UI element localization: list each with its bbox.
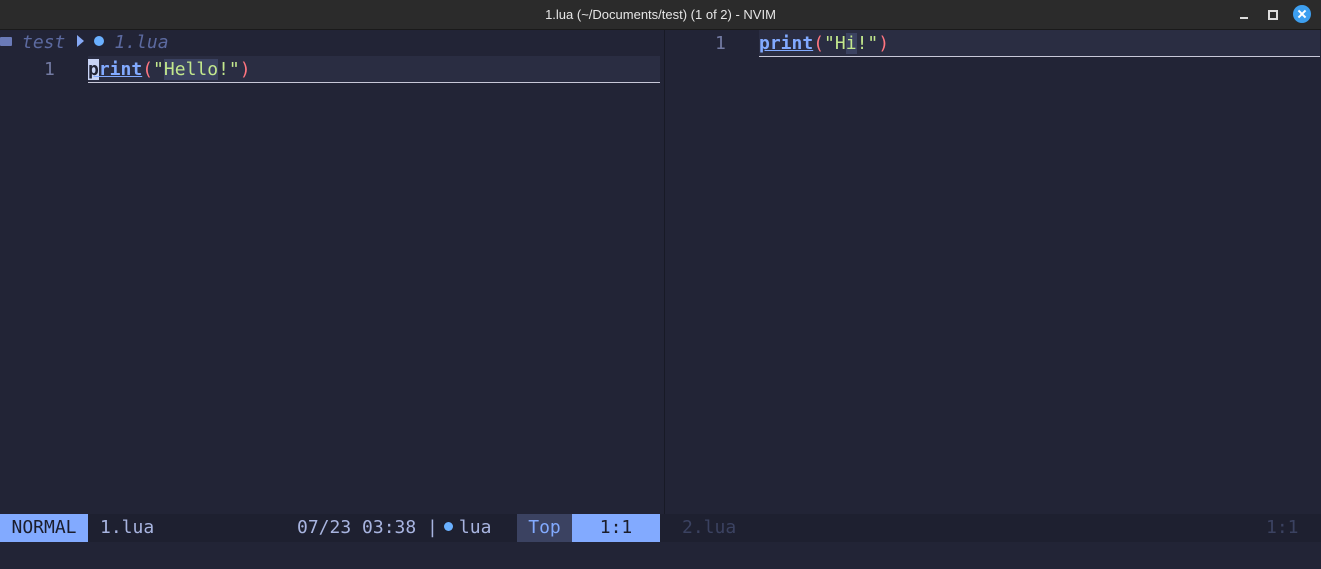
text-cursor: p <box>88 59 99 80</box>
command-line[interactable] <box>0 542 1321 569</box>
winbar: test 1.lua <box>0 30 169 56</box>
status-filename: 1.lua <box>100 517 155 538</box>
mode-indicator: NORMAL <box>0 514 88 542</box>
line-number: 1 <box>715 33 726 54</box>
code-func: print <box>88 59 143 80</box>
status-datetime: 07/23 03:38 | lua <box>297 514 491 542</box>
chevron-right-icon <box>77 35 85 47</box>
code-close-paren: ) <box>239 59 251 80</box>
code-line[interactable]: print("Hello!") <box>88 56 251 83</box>
close-icon[interactable] <box>1293 5 1311 23</box>
minimize-icon[interactable] <box>1236 6 1252 22</box>
left-editor-pane[interactable]: test 1.lua 1 print("Hello!") <box>0 30 664 514</box>
inactive-status-position: 1:1 <box>1266 517 1299 538</box>
code-open-paren: ( <box>813 33 825 54</box>
maximize-icon[interactable] <box>1264 6 1280 22</box>
status-line: NORMAL 1.lua 07/23 03:38 | lua Top 1:1 2.… <box>0 514 1321 542</box>
right-editor-pane[interactable]: 1 print("Hi!") <box>665 30 1321 514</box>
lua-file-icon <box>443 521 453 531</box>
winbar-folder: test <box>22 32 66 53</box>
window-title: 1.lua (~/Documents/test) (1 of 2) - NVIM <box>545 7 776 22</box>
inactive-status-filename: 2.lua <box>682 517 737 538</box>
lua-file-icon <box>94 36 105 46</box>
status-datetime-text: 07/23 03:38 | <box>297 517 438 538</box>
code-string: "Hi!" <box>824 33 879 54</box>
status-position-linecol: 1:1 <box>572 514 660 542</box>
code-func: print <box>759 33 814 54</box>
editor-area: test 1.lua 1 print("Hello!") 1 print("Hi!… <box>0 30 1321 569</box>
title-bar: 1.lua (~/Documents/test) (1 of 2) - NVIM <box>0 0 1321 30</box>
status-position-percent: Top <box>517 514 572 542</box>
code-line[interactable]: print("Hi!") <box>759 30 889 57</box>
code-open-paren: ( <box>142 59 154 80</box>
folder-icon <box>0 36 12 46</box>
line-number: 1 <box>44 59 55 80</box>
status-filetype: lua <box>458 517 492 538</box>
code-close-paren: ) <box>878 33 890 54</box>
winbar-file: 1.lua <box>114 32 169 53</box>
code-string: "Hello!" <box>153 59 240 80</box>
